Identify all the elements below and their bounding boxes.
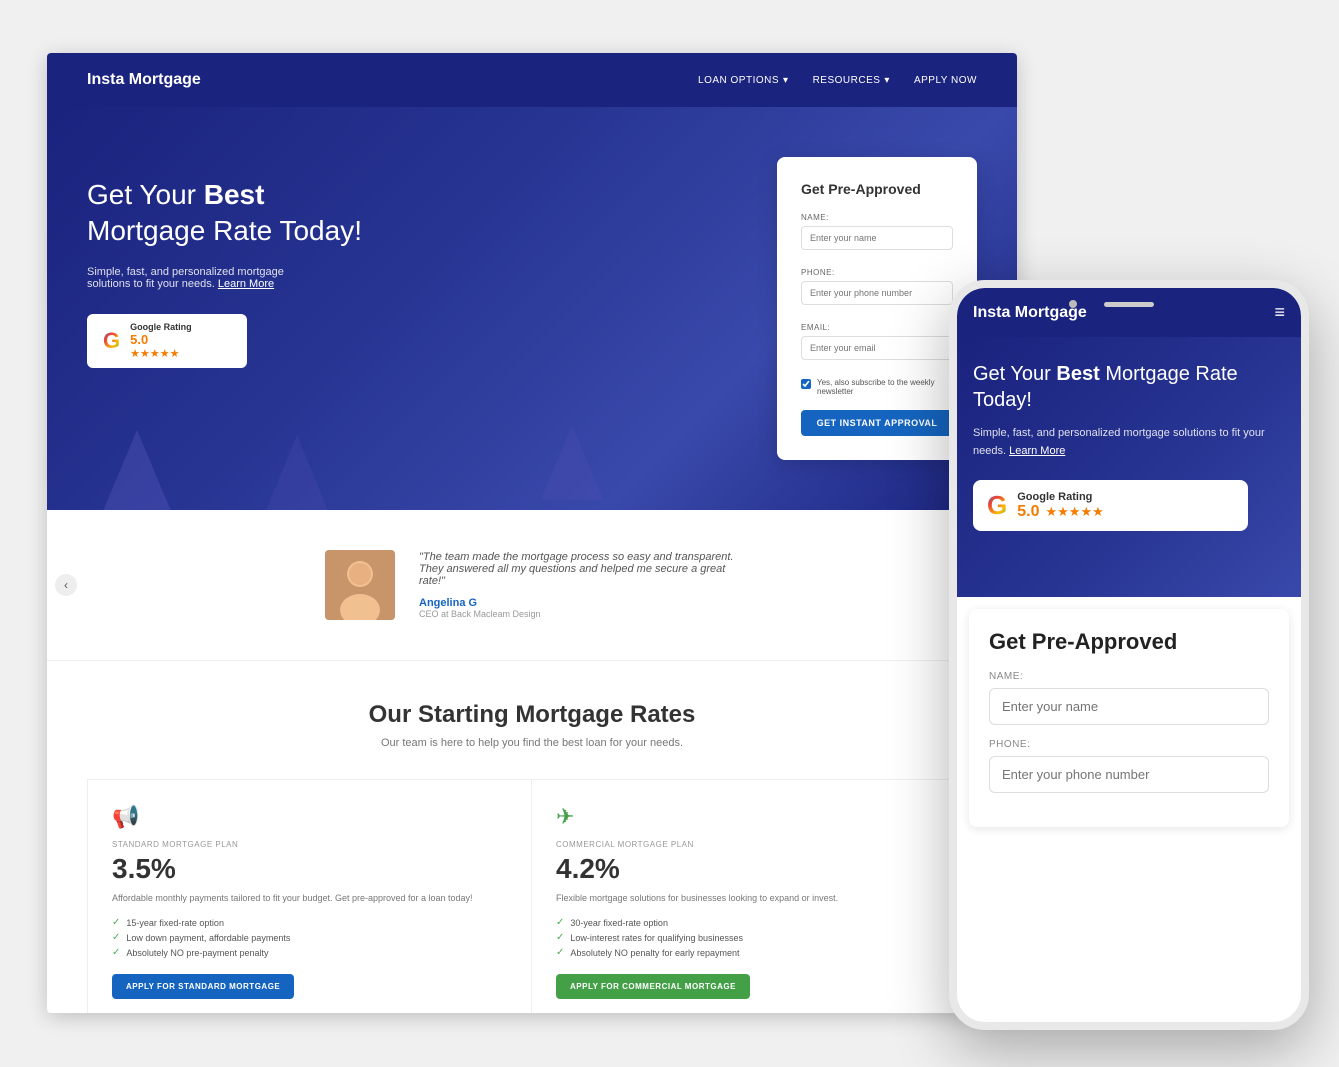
hero-subtitle: Simple, fast, and personalized mortgage … bbox=[87, 266, 317, 290]
google-rating-content: Google Rating 5.0 ★★★★★ bbox=[130, 322, 192, 360]
check-icon: ✓ bbox=[112, 932, 120, 943]
desktop-website: Insta Mortgage LOAN OPTIONS ▾ RESOURCES … bbox=[47, 53, 1017, 1013]
mobile-name-field-group: NAME: bbox=[989, 671, 1269, 739]
newsletter-label: Yes, also subscribe to the weekly newsle… bbox=[817, 378, 953, 396]
commercial-plan-card: ✈ COMMERCIAL MORTGAGE PLAN 4.2% Flexible… bbox=[532, 780, 976, 1013]
phone-input[interactable] bbox=[801, 281, 953, 305]
chevron-down-icon: ▾ bbox=[783, 75, 789, 86]
mobile-hero-title: Get Your Best Mortgage Rate Today! bbox=[973, 361, 1285, 413]
testimonial-content: "The team made the mortgage process so e… bbox=[419, 551, 739, 619]
nav-loan-options[interactable]: LOAN OPTIONS ▾ bbox=[698, 75, 789, 86]
commercial-rate-desc: Flexible mortgage solutions for business… bbox=[556, 893, 952, 903]
nav-resources[interactable]: RESOURCES ▾ bbox=[813, 75, 890, 86]
mobile-google-content: Google Rating 5.0 ★★★★★ bbox=[1017, 491, 1104, 521]
hero-section: Get Your Best Mortgage Rate Today! Simpl… bbox=[47, 107, 1017, 510]
apply-commercial-button[interactable]: APPLY FOR COMMERCIAL MORTGAGE bbox=[556, 974, 750, 999]
learn-more-link[interactable]: Learn More bbox=[218, 278, 274, 290]
mobile-phone-label: PHONE: bbox=[989, 739, 1269, 750]
feature-item: ✓Low-interest rates for qualifying busin… bbox=[556, 932, 952, 943]
phone-content: Insta Mortgage ≡ Get Your Best Mortgage … bbox=[957, 288, 1301, 1022]
nav-links: LOAN OPTIONS ▾ RESOURCES ▾ APPLY NOW bbox=[698, 75, 977, 86]
mobile-name-input[interactable] bbox=[989, 688, 1269, 725]
check-icon: ✓ bbox=[112, 947, 120, 958]
standard-plan-icon: 📢 bbox=[112, 804, 507, 830]
feature-item: ✓Absolutely NO penalty for early repayme… bbox=[556, 947, 952, 958]
feature-item: ✓15-year fixed-rate option bbox=[112, 917, 507, 928]
feature-item: ✓Low down payment, affordable payments bbox=[112, 932, 507, 943]
testimonial-name: Angelina G bbox=[419, 597, 739, 609]
commercial-plan-icon: ✈ bbox=[556, 804, 952, 830]
rates-grid: 📢 STANDARD MORTGAGE PLAN 3.5% Affordable… bbox=[87, 779, 977, 1013]
testimonial-avatar bbox=[325, 550, 395, 620]
commercial-features-list: ✓30-year fixed-rate option ✓Low-interest… bbox=[556, 917, 952, 958]
commercial-rate-value: 4.2% bbox=[556, 853, 952, 885]
name-field-group: NAME: bbox=[801, 213, 953, 260]
testimonial-section: ‹ "The team made the mortgage process so… bbox=[47, 510, 1017, 661]
standard-rate-value: 3.5% bbox=[112, 853, 507, 885]
site-logo: Insta Mortgage bbox=[87, 71, 201, 89]
google-g-icon: G bbox=[103, 328, 120, 354]
email-input[interactable] bbox=[801, 336, 953, 360]
phone-camera bbox=[1069, 300, 1077, 308]
commercial-plan-label: COMMERCIAL MORTGAGE PLAN bbox=[556, 840, 952, 849]
standard-plan-label: STANDARD MORTGAGE PLAN bbox=[112, 840, 507, 849]
standard-plan-card: 📢 STANDARD MORTGAGE PLAN 3.5% Affordable… bbox=[88, 780, 532, 1013]
email-field-group: EMAIL: bbox=[801, 323, 953, 370]
phone-mockup: Insta Mortgage ≡ Get Your Best Mortgage … bbox=[949, 280, 1309, 1030]
pre-approved-card: Get Pre-Approved NAME: PHONE: EMAIL: Yes… bbox=[777, 157, 977, 460]
apply-standard-button[interactable]: APPLY FOR STANDARD MORTGAGE bbox=[112, 974, 294, 999]
testimonial-quote: "The team made the mortgage process so e… bbox=[419, 551, 739, 587]
mobile-navigation: Insta Mortgage ≡ bbox=[957, 288, 1301, 337]
feature-item: ✓30-year fixed-rate option bbox=[556, 917, 952, 928]
mobile-name-label: NAME: bbox=[989, 671, 1269, 682]
avatar-image bbox=[325, 550, 395, 620]
site-navigation: Insta Mortgage LOAN OPTIONS ▾ RESOURCES … bbox=[47, 53, 1017, 107]
hero-title: Get Your Best Mortgage Rate Today! bbox=[87, 177, 777, 250]
card-title: Get Pre-Approved bbox=[801, 181, 953, 197]
mobile-google-g-icon: G bbox=[987, 490, 1007, 521]
newsletter-checkbox[interactable] bbox=[801, 379, 811, 389]
phone-speaker bbox=[1104, 302, 1154, 307]
check-icon: ✓ bbox=[556, 947, 564, 958]
testimonial-prev-button[interactable]: ‹ bbox=[55, 574, 77, 596]
chevron-down-icon: ▾ bbox=[884, 75, 890, 86]
name-label: NAME: bbox=[801, 213, 953, 222]
check-icon: ✓ bbox=[556, 932, 564, 943]
nav-apply-now[interactable]: APPLY NOW bbox=[914, 75, 977, 86]
standard-features-list: ✓15-year fixed-rate option ✓Low down pay… bbox=[112, 917, 507, 958]
check-icon: ✓ bbox=[556, 917, 564, 928]
phone-label: PHONE: bbox=[801, 268, 953, 277]
hero-content: Get Your Best Mortgage Rate Today! Simpl… bbox=[87, 157, 777, 368]
standard-rate-desc: Affordable monthly payments tailored to … bbox=[112, 893, 507, 903]
feature-item: ✓Absolutely NO pre-payment penalty bbox=[112, 947, 507, 958]
google-rating-box: G Google Rating 5.0 ★★★★★ bbox=[87, 314, 247, 368]
rates-title: Our Starting Mortgage Rates bbox=[87, 701, 977, 729]
phone-field-group: PHONE: bbox=[801, 268, 953, 315]
mobile-learn-more-link[interactable]: Learn More bbox=[1009, 445, 1065, 457]
rates-subtitle: Our team is here to help you find the be… bbox=[87, 737, 977, 749]
email-label: EMAIL: bbox=[801, 323, 953, 332]
mobile-card-title: Get Pre-Approved bbox=[989, 629, 1269, 655]
mobile-phone-field-group: PHONE: bbox=[989, 739, 1269, 807]
mobile-pre-approved-card: Get Pre-Approved NAME: PHONE: bbox=[969, 609, 1289, 827]
rates-section: Our Starting Mortgage Rates Our team is … bbox=[47, 661, 1017, 1013]
mobile-google-rating: G Google Rating 5.0 ★★★★★ bbox=[973, 480, 1248, 531]
mobile-hero-section: Get Your Best Mortgage Rate Today! Simpl… bbox=[957, 337, 1301, 597]
hero-house-decoration bbox=[527, 425, 617, 500]
newsletter-checkbox-row: Yes, also subscribe to the weekly newsle… bbox=[801, 378, 953, 396]
testimonial-role: CEO at Back Macleam Design bbox=[419, 609, 739, 619]
get-approval-button[interactable]: GET INSTANT APPROVAL bbox=[801, 410, 953, 436]
mobile-phone-input[interactable] bbox=[989, 756, 1269, 793]
mobile-hero-subtitle: Simple, fast, and personalized mortgage … bbox=[973, 425, 1285, 460]
check-icon: ✓ bbox=[112, 917, 120, 928]
hamburger-icon[interactable]: ≡ bbox=[1274, 302, 1285, 323]
name-input[interactable] bbox=[801, 226, 953, 250]
